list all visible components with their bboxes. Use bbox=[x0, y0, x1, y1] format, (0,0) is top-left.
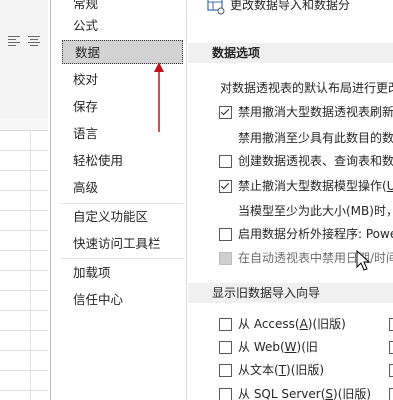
enable-analysis-addins-label: 启用数据分析外接程序: Powe bbox=[238, 227, 393, 241]
edit-default-layout-icon bbox=[207, 0, 225, 15]
legacy-access-label: 从 Access(A)(旧版) bbox=[238, 317, 346, 331]
nav-item-customize-ribbon[interactable]: 自定义功能区 bbox=[61, 205, 181, 229]
nav-item-advanced[interactable]: 高级 bbox=[61, 176, 181, 200]
nav-item-ease-of-access[interactable]: 轻松使用 bbox=[61, 149, 181, 173]
nav-separator bbox=[61, 203, 183, 204]
excel-options-dialog: 常规 公式 数据 校对 保存 语言 轻松使用 高级 自定义功能区 快速访问工具栏… bbox=[50, 0, 393, 400]
prefer-data-model-checkbox[interactable] bbox=[219, 155, 232, 168]
legacy-right-checkbox[interactable] bbox=[389, 318, 393, 331]
disable-undo-min-rows-label: 禁用撤消至少具有此数目的数 bbox=[238, 131, 393, 145]
disable-date-grouping-checkbox[interactable] bbox=[219, 252, 232, 265]
section-legacy-import: 显示旧数据导入向导 bbox=[188, 283, 393, 303]
nav-item-formulas[interactable]: 公式 bbox=[61, 14, 181, 38]
legacy-access-checkbox[interactable] bbox=[219, 318, 232, 331]
prefer-data-model-label: 创建数据透视表、查询表和数 bbox=[238, 154, 393, 168]
pivot-default-layout-text: 对数据透视表的默认布局进行更改 bbox=[220, 81, 393, 95]
legacy-right-checkbox[interactable] bbox=[389, 341, 393, 354]
legacy-sql-checkbox[interactable] bbox=[219, 388, 232, 400]
nav-item-add-ins[interactable]: 加载项 bbox=[61, 261, 181, 285]
legacy-web-label: 从 Web(W)(旧 bbox=[238, 340, 318, 354]
legacy-right-checkbox[interactable] bbox=[389, 388, 393, 400]
enable-analysis-addins-checkbox[interactable] bbox=[219, 228, 232, 241]
mouse-cursor-icon bbox=[356, 250, 371, 271]
nav-item-data[interactable]: 数据 bbox=[62, 40, 183, 64]
nav-item-trust-center[interactable]: 信任中心 bbox=[61, 288, 181, 312]
legacy-text-label: 从文本(T)(旧版) bbox=[238, 363, 325, 377]
legacy-sql-label: 从 SQL Server(S)(旧版) bbox=[238, 387, 372, 400]
edit-default-layout-button[interactable]: 更改数据导入和数据分 bbox=[230, 0, 350, 13]
options-nav: 常规 公式 数据 校对 保存 语言 轻松使用 高级 自定义功能区 快速访问工具栏… bbox=[51, 0, 187, 400]
nav-separator bbox=[61, 258, 183, 259]
data-options-panel: 更改数据导入和数据分 数据选项 对数据透视表的默认布局进行更改 禁用撤消大型数据… bbox=[188, 0, 393, 400]
disable-undo-large-model-checkbox[interactable] bbox=[219, 180, 232, 193]
disable-undo-large-pivot-checkbox[interactable] bbox=[219, 106, 232, 119]
sheet-grid bbox=[0, 0, 48, 400]
legacy-right-checkbox[interactable] bbox=[389, 364, 393, 377]
legacy-text-checkbox[interactable] bbox=[219, 364, 232, 377]
disable-undo-large-model-label: 禁止撤消大型数据模型操作(U bbox=[238, 179, 393, 193]
section-data-options: 数据选项 bbox=[188, 43, 393, 63]
legacy-web-checkbox[interactable] bbox=[219, 341, 232, 354]
model-min-size-label: 当模型至少为此大小(MB)时， bbox=[238, 204, 393, 218]
red-arrow-annotation bbox=[154, 62, 164, 132]
disable-undo-large-pivot-label: 禁用撤消大型数据透视表刷新 bbox=[238, 105, 393, 119]
nav-item-quick-access-toolbar[interactable]: 快速访问工具栏 bbox=[61, 232, 181, 256]
